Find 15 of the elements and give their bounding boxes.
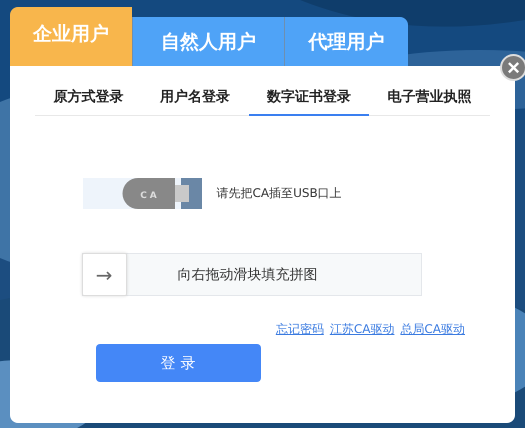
usb-key-icon: CA — [82, 178, 202, 209]
slider-handle[interactable]: → — [82, 253, 126, 296]
login-method-tab[interactable]: 数字证书登录 — [248, 80, 370, 116]
insert-ca-hint: 请先把CA插至USB口上 — [216, 185, 342, 202]
slider-captcha[interactable]: → 向右拖动滑块填充拼图 — [82, 253, 422, 296]
help-link[interactable]: 江苏CA驱动 — [330, 321, 394, 338]
help-link[interactable]: 总局CA驱动 — [400, 321, 465, 338]
login-button[interactable]: 登 录 — [96, 344, 260, 382]
user-type-tab[interactable]: 自然人用户 — [132, 17, 284, 66]
user-type-tab[interactable]: 代理用户 — [284, 17, 408, 66]
login-method-tab[interactable]: 电子营业执照 — [369, 80, 490, 116]
slider-instruction: 向右拖动滑块填充拼图 — [178, 266, 318, 284]
help-link[interactable]: 忘记密码 — [276, 321, 324, 338]
login-method-tab[interactable]: 用户名登录 — [142, 80, 248, 116]
login-method-tab[interactable]: 原方式登录 — [35, 80, 142, 116]
